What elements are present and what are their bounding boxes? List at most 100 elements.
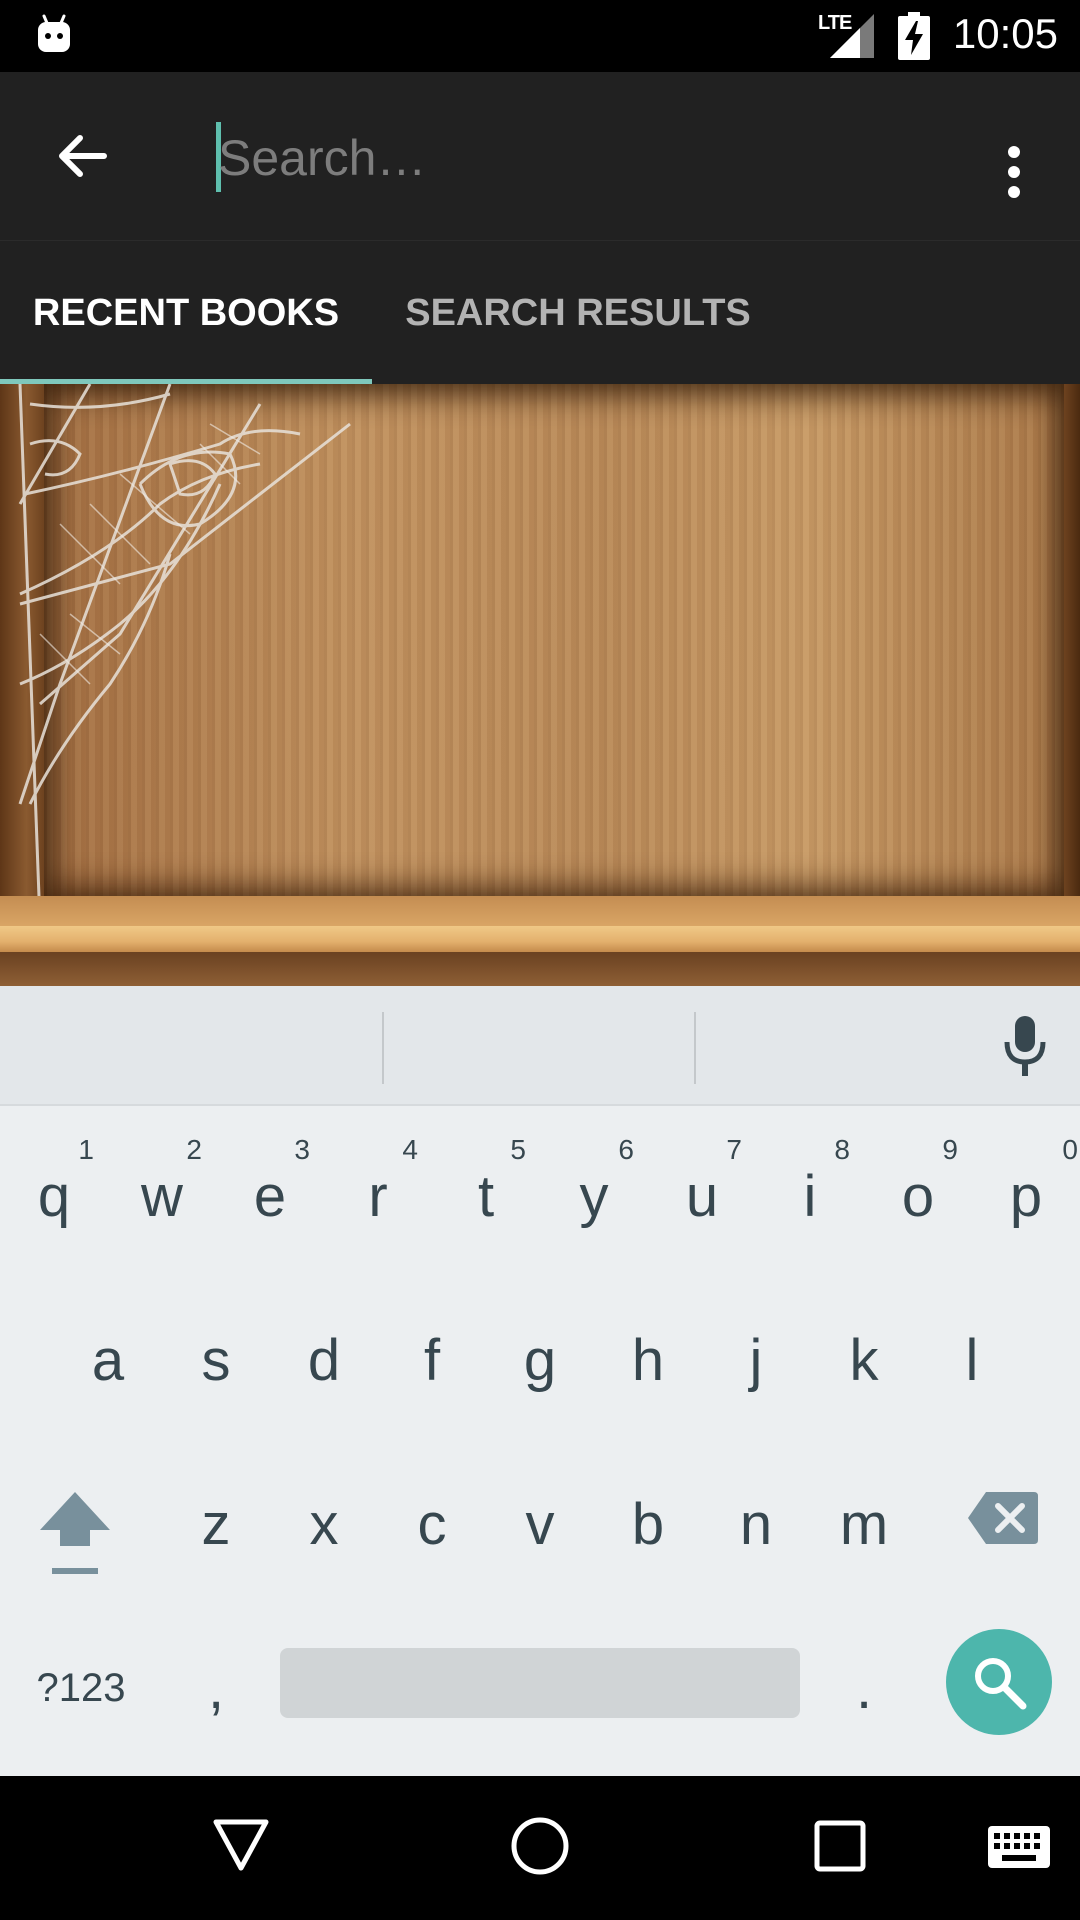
key-label: o [901,1163,935,1229]
circle-home-icon[interactable] [510,1816,570,1876]
key-j[interactable]: j [702,1270,810,1434]
key-label: t [477,1163,495,1229]
key-label: f [423,1327,441,1393]
mic-icon[interactable] [1002,1016,1048,1078]
key-label: v [525,1491,555,1557]
bookshelf [0,384,1080,986]
key-m[interactable]: m [810,1434,918,1598]
key-label: , [207,1655,225,1721]
key-label: i [803,1163,817,1229]
key-hint: 1 [78,1134,94,1165]
shelf-lower-row [0,952,1080,986]
key-l[interactable]: l [918,1270,1026,1434]
key-label: e [253,1163,287,1229]
key-space[interactable] [280,1648,800,1718]
suggestion-divider [382,1012,384,1084]
suggestion-strip [0,986,1080,1106]
key-label: h [631,1327,665,1393]
key-label: j [749,1327,763,1393]
key-d[interactable]: d [270,1270,378,1434]
key-f[interactable]: f [378,1270,486,1434]
key-r[interactable]: 4r [324,1106,432,1270]
key-hint: 9 [942,1134,958,1165]
key-k[interactable]: k [810,1270,918,1434]
key-s[interactable]: s [162,1270,270,1434]
key-label: x [309,1491,339,1557]
status-bar: LTE 10:05 [0,0,1080,72]
tab-label: SEARCH RESULTS [405,291,751,334]
soft-keyboard: 1q 2w 3e 4r 5t 6y 7u 8i 9o 0p a s d f g … [0,986,1080,1776]
key-label: a [91,1327,125,1393]
square-recents-icon[interactable] [814,1820,866,1872]
backspace-icon[interactable] [966,1490,1040,1546]
key-label: u [685,1163,719,1229]
tab-recent-books[interactable]: RECENT BOOKS [0,241,372,385]
battery-charging-icon [898,12,930,60]
key-symbols[interactable]: ?123 [0,1598,162,1762]
key-g[interactable]: g [486,1270,594,1434]
key-e[interactable]: 3e [216,1106,324,1270]
key-label: l [965,1327,979,1393]
system-nav-bar [0,1776,1080,1920]
key-comma[interactable]: , [162,1598,270,1762]
tab-search-results[interactable]: SEARCH RESULTS [372,241,784,385]
key-w[interactable]: 2w [108,1106,216,1270]
shelf-board-front [0,926,1080,952]
cell-signal-icon [830,14,874,58]
key-label: z [201,1491,231,1557]
key-hint: 3 [294,1134,310,1165]
key-hint: 7 [726,1134,742,1165]
key-a[interactable]: a [54,1270,162,1434]
key-hint: 2 [186,1134,202,1165]
clock: 10:05 [952,10,1058,57]
key-label: ?123 [36,1665,126,1710]
key-z[interactable]: z [162,1434,270,1598]
key-n[interactable]: n [702,1434,810,1598]
search-field[interactable] [216,118,916,198]
suggestion-divider [694,1012,696,1084]
key-label: n [739,1491,773,1557]
key-label: k [849,1327,879,1393]
search-toolbar [0,72,1080,240]
arrow-back-icon[interactable] [54,128,110,184]
shelf-right-side [1064,384,1080,944]
key-q[interactable]: 1q [0,1106,108,1270]
key-label: b [631,1491,665,1557]
key-label: c [417,1491,447,1557]
triangle-back-icon[interactable] [212,1818,270,1872]
key-label: . [855,1655,873,1721]
key-h[interactable]: h [594,1270,702,1434]
key-label: w [141,1163,183,1229]
keyboard-icon[interactable] [988,1826,1050,1868]
key-o[interactable]: 9o [864,1106,972,1270]
search-icon [975,1658,1027,1710]
key-label: g [523,1327,557,1393]
search-input[interactable] [218,118,908,198]
key-x[interactable]: x [270,1434,378,1598]
tab-label: RECENT BOOKS [32,291,340,334]
key-t[interactable]: 5t [432,1106,540,1270]
key-label: m [839,1491,889,1557]
keyboard-search-button[interactable] [946,1629,1052,1735]
tab-bar: RECENT BOOKS SEARCH RESULTS [0,240,1080,385]
key-hint: 5 [510,1134,526,1165]
shift-icon[interactable] [38,1488,112,1578]
key-p[interactable]: 0p [972,1106,1080,1270]
key-period[interactable]: . [810,1598,918,1762]
key-v[interactable]: v [486,1434,594,1598]
android-bot-icon [38,14,70,52]
key-y[interactable]: 6y [540,1106,648,1270]
key-label: d [307,1327,341,1393]
key-hint: 8 [834,1134,850,1165]
screen: LTE 10:05 RECENT BOOKS [0,0,1080,1920]
shelf-board-top [0,896,1080,926]
key-u[interactable]: 7u [648,1106,756,1270]
key-c[interactable]: c [378,1434,486,1598]
key-b[interactable]: b [594,1434,702,1598]
key-i[interactable]: 8i [756,1106,864,1270]
more-vert-icon[interactable] [1000,144,1028,200]
key-label: r [368,1163,388,1229]
key-hint: 6 [618,1134,634,1165]
key-label: p [1009,1163,1043,1229]
key-label: q [37,1163,71,1229]
